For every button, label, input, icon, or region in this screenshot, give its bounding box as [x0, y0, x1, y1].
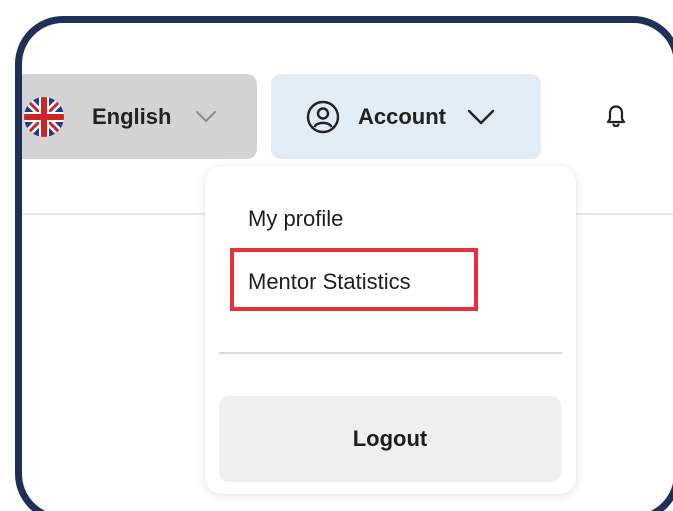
- menu-item-mentor-statistics[interactable]: Mentor Statistics: [248, 269, 411, 295]
- chevron-down-icon: [466, 108, 496, 126]
- uk-flag-icon: [24, 96, 64, 137]
- bell-icon[interactable]: [601, 101, 631, 131]
- menu-divider: [219, 352, 562, 354]
- account-dropdown-menu: My profile Mentor Statistics Logout: [205, 166, 576, 494]
- window-frame: English Account My profile Mentor Statis…: [15, 16, 673, 511]
- language-selector[interactable]: English: [22, 74, 257, 159]
- menu-item-my-profile[interactable]: My profile: [248, 206, 343, 232]
- account-label: Account: [358, 103, 446, 129]
- account-menu-button[interactable]: Account: [271, 74, 541, 159]
- user-circle-icon: [306, 100, 340, 134]
- logout-button[interactable]: Logout: [219, 396, 561, 482]
- chevron-down-icon: [195, 110, 217, 124]
- language-label: English: [92, 103, 172, 129]
- screenshot-stage: English Account My profile Mentor Statis…: [0, 0, 673, 511]
